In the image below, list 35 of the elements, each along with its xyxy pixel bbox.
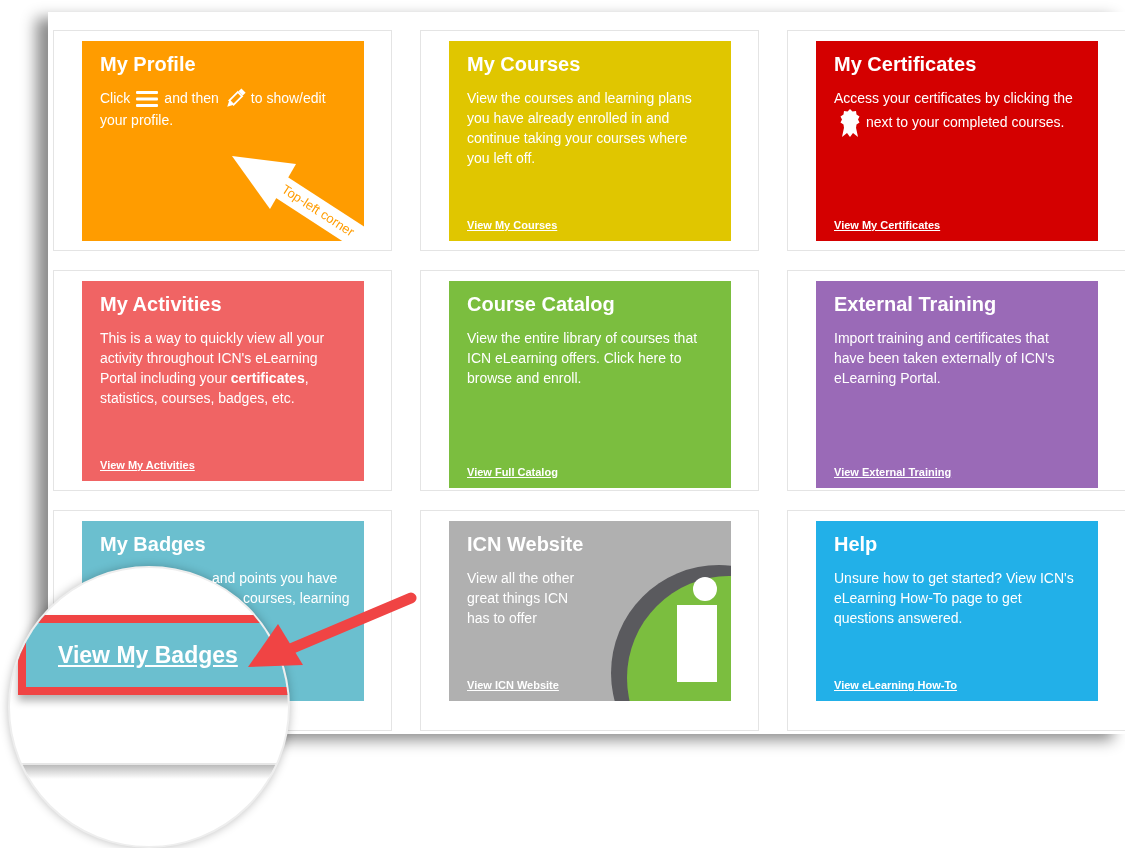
tile-description: This is a way to quickly view all your activity throughout ICN's eLearning Portal including your certificates, statistics, courses, badges, etc.: [100, 329, 326, 408]
tile-link[interactable]: View Full Catalog: [467, 466, 558, 478]
tile-description: Import training and certificates that have been taken externally of ICN's eLearning Portal.: [834, 329, 1056, 388]
tile-description: Unsure how to get started? View ICN's eLearning How-To page to get questions answered.: [834, 569, 1075, 628]
tile-link[interactable]: View eLearning How-To: [834, 679, 958, 691]
description-text: the: [1053, 90, 1073, 106]
tile-title: Course Catalog: [467, 293, 616, 316]
menu-icon: [135, 90, 160, 109]
tile-link[interactable]: View My Courses: [467, 219, 558, 231]
tile-title: My Activities: [100, 293, 223, 316]
tile-description: View all the other great things ICN has to offer: [467, 569, 576, 628]
tile-link[interactable]: View My Activities: [100, 459, 195, 471]
description-fragment: courses, learning: [243, 589, 350, 608]
tile-description: View the courses and learning plans you have already enrolled in and continue taking your courses where you left off.: [467, 89, 693, 168]
description-text: your profile.: [100, 112, 174, 129]
description-text: next to your completed: [866, 113, 1008, 130]
tile-link[interactable]: View ICN Website: [467, 679, 559, 691]
description-text: courses.: [1011, 113, 1065, 130]
tile-title: My Courses: [467, 53, 582, 76]
tile-title: My Badges: [100, 533, 207, 556]
description-fragment: and points you have: [212, 569, 338, 588]
description-text: and then: [164, 90, 219, 106]
description-text: Access your certificates by clicking: [834, 90, 1050, 106]
description-text: to show/edit: [250, 90, 326, 106]
tile-title: My Certificates: [834, 53, 978, 76]
tile-description: View the entire library of courses that ICN eLearning offers. Click here to browse and enroll.: [467, 329, 699, 388]
tile-title: External Training: [834, 293, 998, 316]
award-ribbon-icon: [839, 108, 861, 138]
tile-title: ICN Website: [467, 533, 585, 556]
tile-link[interactable]: View My Certificates: [834, 219, 941, 231]
tile-title: My Profile: [100, 53, 197, 76]
description-text: Click: [100, 90, 131, 106]
tile-title: Help: [834, 533, 879, 556]
zoomed-link[interactable]: View My Badges: [58, 641, 238, 669]
tile-link[interactable]: View External Training: [834, 466, 952, 478]
